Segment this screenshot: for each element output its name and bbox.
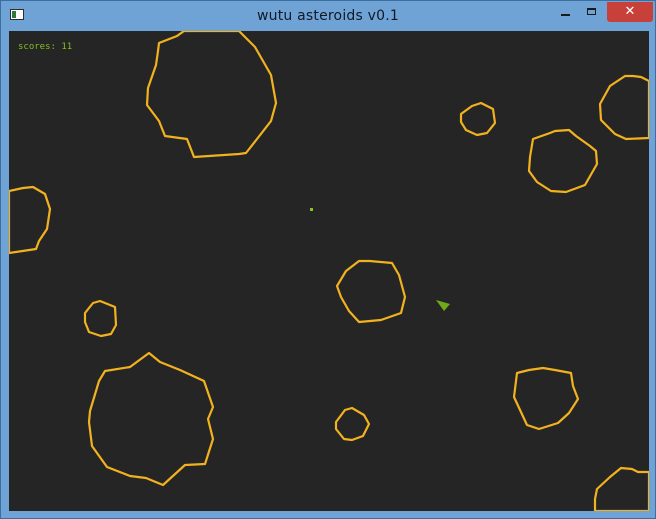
minimize-icon bbox=[561, 14, 570, 16]
asteroid bbox=[83, 299, 118, 338]
asteroid bbox=[334, 406, 371, 442]
close-button[interactable]: ✕ bbox=[607, 2, 653, 22]
asteroid bbox=[335, 259, 407, 324]
maximize-button[interactable] bbox=[579, 2, 605, 22]
game-window: wutu asteroids v0.1 ✕ scores: 11 bbox=[0, 0, 656, 519]
game-field bbox=[9, 31, 649, 511]
asteroid bbox=[512, 366, 580, 431]
asteroid bbox=[87, 351, 215, 487]
asteroid bbox=[145, 31, 278, 159]
title-bar[interactable]: wutu asteroids v0.1 ✕ bbox=[1, 1, 655, 31]
minimize-button[interactable] bbox=[551, 2, 579, 22]
score-readout: scores: 11 bbox=[18, 42, 73, 52]
bullet bbox=[310, 208, 313, 211]
asteroid bbox=[598, 74, 649, 141]
game-canvas[interactable]: scores: 11 bbox=[9, 31, 649, 511]
asteroid bbox=[459, 101, 497, 137]
asteroid bbox=[593, 466, 649, 511]
maximize-icon bbox=[587, 8, 596, 15]
asteroid bbox=[9, 185, 52, 255]
asteroid bbox=[527, 128, 599, 194]
player-ship bbox=[436, 300, 450, 311]
close-icon: ✕ bbox=[624, 4, 636, 19]
